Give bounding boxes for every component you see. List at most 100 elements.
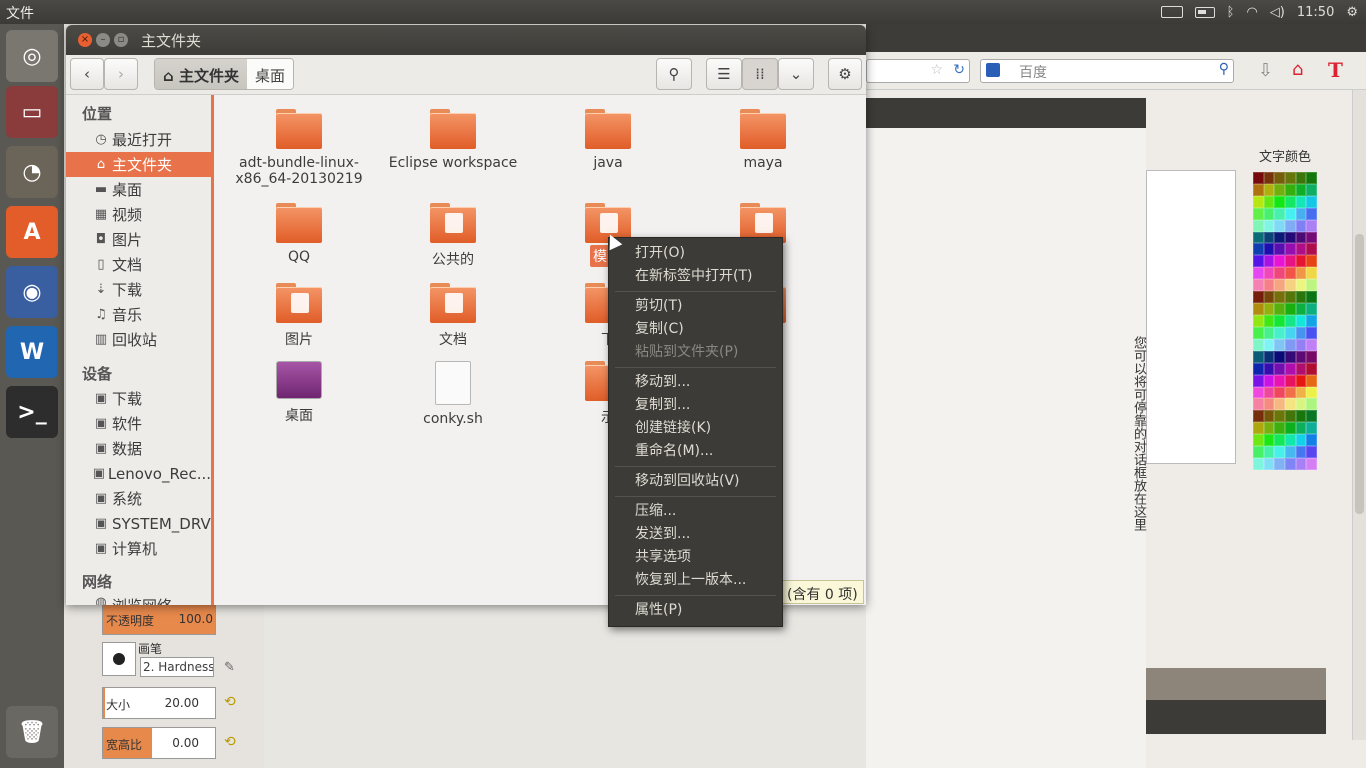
menu-item[interactable]: 恢复到上一版本... bbox=[609, 569, 782, 592]
color-swatch[interactable] bbox=[1263, 267, 1275, 280]
color-swatch[interactable] bbox=[1253, 326, 1264, 339]
color-swatch[interactable] bbox=[1253, 422, 1264, 435]
sidebar-item-device[interactable]: ▣ 下载 bbox=[66, 386, 211, 411]
color-swatch[interactable] bbox=[1274, 362, 1285, 375]
color-swatch[interactable] bbox=[1263, 362, 1275, 375]
color-swatch[interactable] bbox=[1253, 183, 1264, 196]
back-button[interactable]: ‹ bbox=[70, 58, 104, 90]
sidebar-item-place[interactable]: ◘ 图片 bbox=[66, 227, 211, 252]
color-swatch[interactable] bbox=[1306, 362, 1317, 375]
file-item[interactable]: Eclipse workspace bbox=[378, 109, 528, 171]
color-swatch[interactable] bbox=[1295, 350, 1307, 363]
sidebar-item-place[interactable]: ▥ 回收站 bbox=[66, 327, 211, 352]
breadcrumb-home[interactable]: ⌂ 主文件夹 bbox=[155, 59, 247, 89]
color-swatch[interactable] bbox=[1306, 195, 1317, 208]
color-swatch[interactable] bbox=[1274, 207, 1285, 220]
color-swatch[interactable] bbox=[1285, 434, 1296, 447]
color-swatch[interactable] bbox=[1306, 446, 1317, 459]
color-swatch[interactable] bbox=[1253, 350, 1264, 363]
color-swatch[interactable] bbox=[1253, 386, 1264, 399]
reset-aspect-icon[interactable]: ⟲ bbox=[224, 734, 236, 750]
color-swatch[interactable] bbox=[1295, 434, 1307, 447]
reload-icon[interactable]: ↻ bbox=[953, 62, 965, 78]
color-swatch[interactable] bbox=[1253, 195, 1264, 208]
color-swatch[interactable] bbox=[1295, 386, 1307, 399]
color-swatch[interactable] bbox=[1306, 326, 1317, 339]
color-swatch[interactable] bbox=[1274, 338, 1285, 351]
color-swatch[interactable] bbox=[1295, 362, 1307, 375]
file-item[interactable]: java bbox=[533, 109, 683, 171]
color-swatch[interactable] bbox=[1253, 410, 1264, 423]
color-swatch[interactable] bbox=[1285, 267, 1296, 280]
launcher-terminal[interactable]: >_ bbox=[6, 386, 58, 438]
color-swatch[interactable] bbox=[1285, 410, 1296, 423]
sidebar-item-device[interactable]: ▣ Lenovo_Rec... bbox=[66, 461, 211, 486]
edit-brush-icon[interactable]: ✎ bbox=[224, 660, 235, 675]
launcher-software-center[interactable]: A bbox=[6, 206, 58, 258]
color-swatch[interactable] bbox=[1253, 172, 1264, 184]
menu-item[interactable]: 发送到... bbox=[609, 523, 782, 546]
color-swatch[interactable] bbox=[1253, 434, 1264, 447]
color-swatch[interactable] bbox=[1285, 303, 1296, 316]
sidebar-item-device[interactable]: ▣ SYSTEM_DRV bbox=[66, 511, 211, 536]
search-input[interactable]: 百度 ⚲ bbox=[980, 59, 1234, 83]
color-swatch[interactable] bbox=[1285, 338, 1296, 351]
color-swatch[interactable] bbox=[1306, 243, 1317, 256]
grid-view-button[interactable]: ⁞⁞ bbox=[742, 58, 778, 90]
color-swatch[interactable] bbox=[1253, 219, 1264, 232]
view-options-button[interactable]: ⌄ bbox=[778, 58, 814, 90]
color-swatch[interactable] bbox=[1253, 267, 1264, 280]
sidebar-item-place[interactable]: ⌂ 主文件夹 bbox=[66, 152, 211, 177]
color-swatch[interactable] bbox=[1285, 195, 1296, 208]
home-icon[interactable]: ⌂ bbox=[1292, 59, 1303, 80]
color-swatch[interactable] bbox=[1285, 243, 1296, 256]
color-swatch[interactable] bbox=[1263, 374, 1275, 387]
color-swatch[interactable] bbox=[1263, 434, 1275, 447]
color-swatch[interactable] bbox=[1253, 279, 1264, 292]
file-item[interactable]: 桌面 bbox=[224, 361, 374, 425]
color-swatch[interactable] bbox=[1295, 279, 1307, 292]
color-swatch[interactable] bbox=[1274, 291, 1285, 304]
color-swatch[interactable] bbox=[1295, 267, 1307, 280]
color-swatch[interactable] bbox=[1263, 326, 1275, 339]
menu-item[interactable]: 移动到回收站(V) bbox=[609, 470, 782, 493]
color-swatch[interactable] bbox=[1285, 362, 1296, 375]
color-swatch[interactable] bbox=[1306, 315, 1317, 327]
color-swatch[interactable] bbox=[1274, 183, 1285, 196]
color-swatch[interactable] bbox=[1306, 303, 1317, 316]
menu-item[interactable]: 重命名(M)... bbox=[609, 440, 782, 463]
color-palette[interactable] bbox=[1253, 172, 1317, 470]
forward-button[interactable]: › bbox=[104, 58, 138, 90]
text-area[interactable] bbox=[1146, 170, 1236, 464]
color-swatch[interactable] bbox=[1285, 219, 1296, 232]
color-swatch[interactable] bbox=[1263, 315, 1275, 327]
maximize-button[interactable]: ▫ bbox=[114, 33, 128, 47]
list-view-button[interactable]: ☰ bbox=[706, 58, 742, 90]
color-swatch[interactable] bbox=[1306, 398, 1317, 411]
color-swatch[interactable] bbox=[1285, 291, 1296, 304]
scrollbar-thumb[interactable] bbox=[1355, 234, 1364, 514]
launcher-gimp[interactable]: ◔ bbox=[6, 146, 58, 198]
file-item[interactable]: 文档 bbox=[378, 283, 528, 349]
color-swatch[interactable] bbox=[1306, 279, 1317, 292]
battery-icon[interactable] bbox=[1194, 6, 1215, 18]
color-swatch[interactable] bbox=[1263, 338, 1275, 351]
color-swatch[interactable] bbox=[1253, 231, 1264, 244]
color-swatch[interactable] bbox=[1263, 207, 1275, 220]
color-swatch[interactable] bbox=[1274, 303, 1285, 316]
color-swatch[interactable] bbox=[1285, 398, 1296, 411]
color-swatch[interactable] bbox=[1274, 434, 1285, 447]
color-swatch[interactable] bbox=[1274, 172, 1285, 184]
color-swatch[interactable] bbox=[1295, 398, 1307, 411]
size-slider[interactable]: 大小 20.00 bbox=[102, 687, 216, 719]
color-swatch[interactable] bbox=[1285, 172, 1296, 184]
color-swatch[interactable] bbox=[1274, 279, 1285, 292]
sidebar-item-place[interactable]: ⇣ 下载 bbox=[66, 277, 211, 302]
color-swatch[interactable] bbox=[1274, 267, 1285, 280]
opacity-slider[interactable]: 不透明度 100.0 bbox=[102, 603, 216, 635]
color-swatch[interactable] bbox=[1253, 243, 1264, 256]
color-swatch[interactable] bbox=[1306, 172, 1317, 184]
color-swatch[interactable] bbox=[1285, 279, 1296, 292]
color-swatch[interactable] bbox=[1263, 303, 1275, 316]
color-swatch[interactable] bbox=[1285, 207, 1296, 220]
